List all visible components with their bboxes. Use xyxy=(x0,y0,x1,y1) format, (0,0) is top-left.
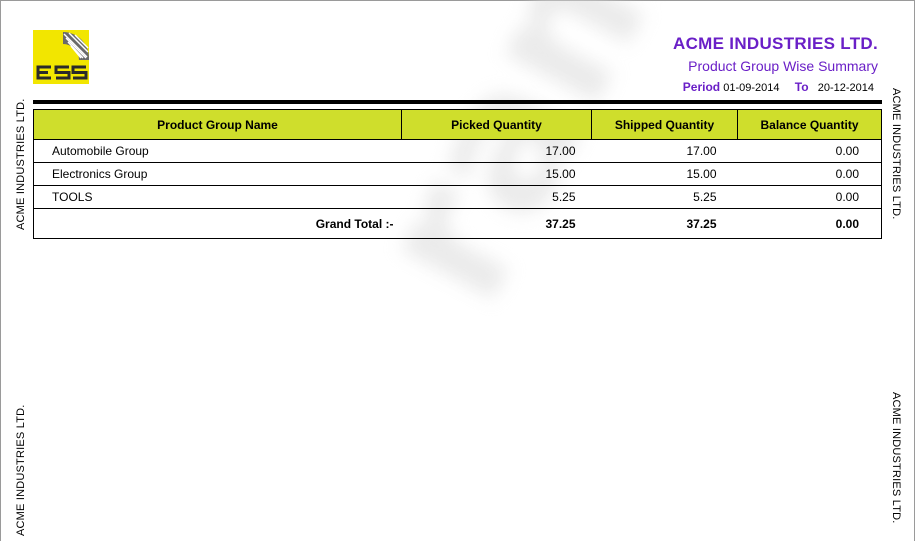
cell-shipped: 15.00 xyxy=(591,162,738,186)
cell-picked: 15.00 xyxy=(401,162,592,186)
period-label: Period xyxy=(682,80,721,94)
cell-picked: 17.00 xyxy=(401,139,592,163)
cell-shipped: 5.25 xyxy=(591,185,738,209)
grand-total-picked: 37.25 xyxy=(401,208,592,239)
grand-total-row: Grand Total :- 37.25 37.25 0.00 xyxy=(33,208,882,239)
grand-total-balance: 0.00 xyxy=(737,208,882,239)
cell-balance: 0.00 xyxy=(737,162,882,186)
period-range: Period 01-09-2014 To 20-12-2014 xyxy=(683,80,874,94)
column-header-balance: Balance Quantity xyxy=(737,109,882,140)
cell-product-group: Automobile Group xyxy=(33,139,402,163)
cell-product-group: Electronics Group xyxy=(33,162,402,186)
period-from: 01-09-2014 xyxy=(723,82,780,94)
table-header-row: Product Group Name Picked Quantity Shipp… xyxy=(33,109,882,140)
logo-icon xyxy=(33,30,89,84)
grand-total-label: Grand Total :- xyxy=(33,208,402,239)
table-row: TOOLS 5.25 5.25 0.00 xyxy=(33,185,882,209)
table-row: Electronics Group 15.00 15.00 0.00 xyxy=(33,162,882,186)
side-label-left-bottom: ACME INDUSTRIES LTD. xyxy=(15,404,27,536)
company-name: ACME INDUSTRIES LTD. xyxy=(673,34,878,53)
cell-shipped: 17.00 xyxy=(591,139,738,163)
side-label-right-top: ACME INDUSTRIES LTD. xyxy=(890,88,902,220)
side-label-right-bottom: ACME INDUSTRIES LTD. xyxy=(890,392,902,524)
cell-balance: 0.00 xyxy=(737,185,882,209)
grand-total-shipped: 37.25 xyxy=(591,208,738,239)
column-header-product-group: Product Group Name xyxy=(33,109,402,140)
report-title: Product Group Wise Summary xyxy=(688,58,878,74)
table-row: Automobile Group 17.00 17.00 0.00 xyxy=(33,139,882,163)
summary-table: Product Group Name Picked Quantity Shipp… xyxy=(33,109,882,239)
cell-picked: 5.25 xyxy=(401,185,592,209)
cell-balance: 0.00 xyxy=(737,139,882,163)
period-to: 20-12-2014 xyxy=(817,82,874,94)
column-header-shipped: Shipped Quantity xyxy=(591,109,738,140)
header-rule xyxy=(33,100,882,104)
cell-product-group: TOOLS xyxy=(33,185,402,209)
company-logo xyxy=(33,30,89,84)
side-label-left-top: ACME INDUSTRIES LTD. xyxy=(15,98,27,230)
column-header-picked: Picked Quantity xyxy=(401,109,592,140)
period-to-label: To xyxy=(794,80,809,94)
